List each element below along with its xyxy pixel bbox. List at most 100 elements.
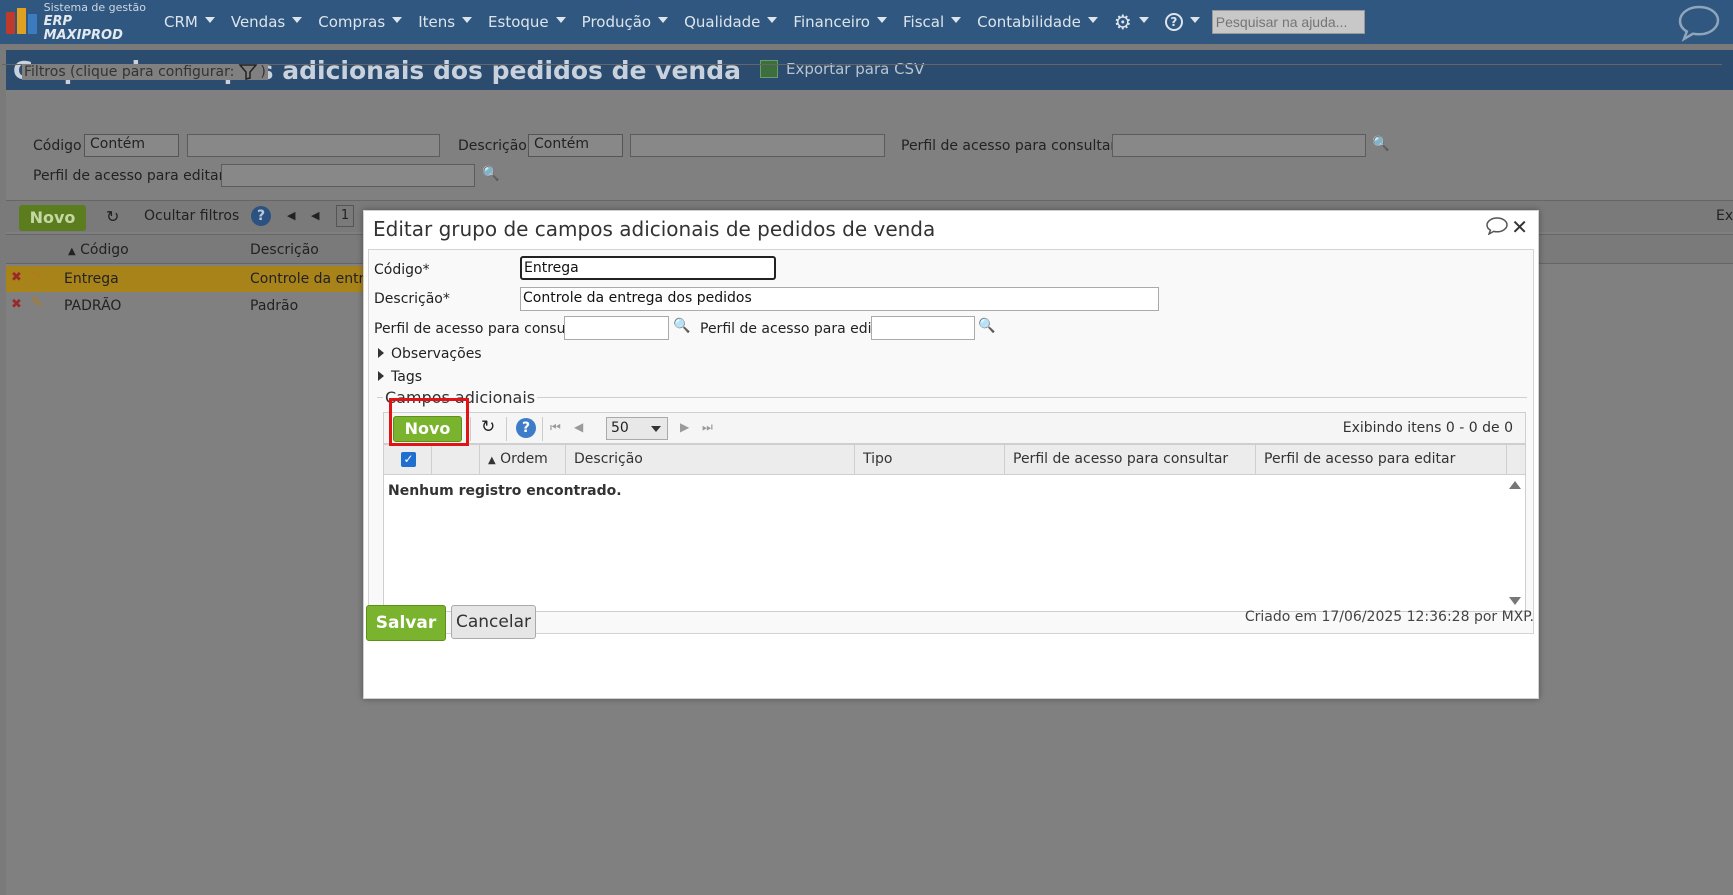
page-size-select[interactable]: 50 xyxy=(606,417,668,440)
caret-right-icon xyxy=(378,348,384,358)
logo-line2: ERP MAXIPROD xyxy=(43,14,123,43)
help-menu[interactable]: ? xyxy=(1164,13,1200,31)
chevron-down-icon xyxy=(392,17,403,23)
settings-menu[interactable]: ⚙ xyxy=(1114,10,1149,34)
chevron-down-icon xyxy=(1138,17,1149,23)
filter-codigo-operator[interactable]: Contém xyxy=(84,134,179,157)
sort-asc-icon: ▲ xyxy=(68,246,76,257)
select-all-checkbox[interactable]: ✓ xyxy=(401,452,416,467)
last-page-icon[interactable]: ⏭ xyxy=(702,420,713,435)
prev-page-icon[interactable]: ◀ xyxy=(311,209,319,222)
main-menu: CRM Vendas Compras Itens Estoque Produçã… xyxy=(148,10,1365,34)
search-icon[interactable]: 🔍 xyxy=(482,166,499,182)
funnel-icon[interactable] xyxy=(239,64,258,80)
help-icon[interactable]: ? xyxy=(516,418,536,438)
refresh-icon[interactable]: ↻ xyxy=(481,417,495,437)
help-icon[interactable]: ? xyxy=(251,206,271,226)
codigo-label: Código* xyxy=(374,262,430,278)
toolbar-separator xyxy=(506,417,507,441)
filter-perfil-consultar-input[interactable] xyxy=(1112,134,1366,157)
column-header-ordem[interactable]: ▲ Ordem xyxy=(480,445,566,475)
chevron-down-icon xyxy=(767,17,778,23)
descricao-input[interactable]: Controle da entrega dos pedidos xyxy=(520,287,1159,311)
chevron-down-icon xyxy=(877,17,887,23)
menu-financeiro[interactable]: Financeiro xyxy=(793,13,887,31)
select-all-cell: ✓ xyxy=(384,445,432,475)
menu-itens[interactable]: Itens xyxy=(418,13,473,31)
perfil-consultar-input[interactable] xyxy=(564,316,669,340)
menu-fiscal[interactable]: Fiscal xyxy=(903,13,962,31)
codigo-input[interactable]: Entrega xyxy=(520,256,776,280)
chevron-down-icon xyxy=(555,17,566,23)
filters-legend[interactable]: Filtros (clique para configurar: ) xyxy=(22,64,268,80)
filter-codigo-input[interactable] xyxy=(187,134,440,157)
chevron-down-icon xyxy=(204,17,215,23)
perfil-consultar-label: Perfil de acesso para consultar xyxy=(374,321,590,337)
perfil-editar-input[interactable] xyxy=(871,316,975,340)
created-info: Criado em 17/06/2025 12:36:28 por MXP. xyxy=(1244,609,1534,625)
column-header-perfil-editar[interactable]: Perfil de acesso para editar xyxy=(1256,445,1507,475)
observacoes-toggle[interactable]: Observações xyxy=(378,346,482,362)
search-icon[interactable]: 🔍 xyxy=(1372,136,1389,152)
filter-perfil-editar-input[interactable] xyxy=(221,164,475,187)
close-icon[interactable]: ✕ xyxy=(1511,215,1528,239)
edit-icon[interactable]: ✎ xyxy=(31,268,43,284)
scroll-down-icon[interactable] xyxy=(1509,597,1521,605)
next-page-icon[interactable]: ▶ xyxy=(680,420,689,434)
filter-descricao-operator[interactable]: Contém xyxy=(528,134,623,157)
scroll-up-icon[interactable] xyxy=(1509,481,1521,489)
section-divider xyxy=(377,397,1527,398)
filter-descricao-input[interactable] xyxy=(630,134,885,157)
chevron-down-icon xyxy=(1189,17,1200,23)
chat-bubble-icon[interactable] xyxy=(1677,4,1721,46)
column-header-codigo[interactable]: ▲ Código xyxy=(68,242,129,258)
search-icon[interactable]: 🔍 xyxy=(978,318,995,334)
actions-column-header xyxy=(432,445,480,475)
delete-icon[interactable]: ✖ xyxy=(11,270,22,285)
column-header-descricao[interactable]: Descrição xyxy=(250,242,319,258)
menu-estoque[interactable]: Estoque xyxy=(488,13,566,31)
comment-icon[interactable] xyxy=(1486,217,1508,239)
campos-grid-header: ✓ ▲ Ordem Descrição Tipo Perfil de acess… xyxy=(384,445,1525,475)
menu-crm[interactable]: CRM xyxy=(164,13,215,31)
campos-grid: ✓ ▲ Ordem Descrição Tipo Perfil de acess… xyxy=(383,444,1526,612)
menu-contabilidade[interactable]: Contabilidade xyxy=(977,13,1098,31)
delete-icon[interactable]: ✖ xyxy=(11,297,22,312)
menu-compras[interactable]: Compras xyxy=(318,13,403,31)
new-button[interactable]: Novo xyxy=(19,205,86,231)
tags-toggle[interactable]: Tags xyxy=(378,369,422,385)
dialog-title: Editar grupo de campos adicionais de ped… xyxy=(373,217,936,241)
table-row[interactable]: ✖ ✎ Entrega Controle da entr xyxy=(6,266,364,292)
hide-filters-button[interactable]: Ocultar filtros xyxy=(144,208,239,224)
column-header-tipo[interactable]: Tipo xyxy=(855,445,1005,475)
showing-count: Exibindo itens 0 - 0 de 0 xyxy=(1342,420,1513,436)
menu-producao[interactable]: Produção xyxy=(582,13,669,31)
edit-icon[interactable]: ✎ xyxy=(31,295,43,311)
column-header-descricao[interactable]: Descrição xyxy=(566,445,855,475)
filter-perfil-editar-label: Perfil de acesso para editar xyxy=(33,168,225,184)
help-search-input[interactable] xyxy=(1211,10,1365,34)
row-descricao: Controle da entr xyxy=(250,271,365,287)
first-page-icon[interactable]: ⏮ xyxy=(550,420,561,435)
dialog-body: Código* Entrega Descrição* Controle da e… xyxy=(368,249,1534,634)
page-number-input[interactable]: 1 xyxy=(336,205,354,227)
toolbar-right-text: Ex xyxy=(1716,208,1733,224)
prev-page-icon[interactable]: ◀ xyxy=(574,420,583,434)
search-icon[interactable]: 🔍 xyxy=(673,318,690,334)
question-circle-icon: ? xyxy=(1164,13,1183,31)
app-logo[interactable]: Sistema de gestão ERP MAXIPROD xyxy=(6,1,148,43)
gear-icon: ⚙ xyxy=(1113,10,1132,34)
menu-qualidade[interactable]: Qualidade xyxy=(684,13,778,31)
highlight-annotation xyxy=(389,398,469,446)
first-page-icon[interactable]: ◀ xyxy=(287,209,295,222)
save-button[interactable]: Salvar xyxy=(366,605,446,641)
cancel-button[interactable]: Cancelar xyxy=(451,605,536,639)
top-navigation-bar: Sistema de gestão ERP MAXIPROD CRM Venda… xyxy=(0,0,1733,44)
toolbar-separator xyxy=(542,417,543,441)
refresh-icon[interactable]: ↻ xyxy=(106,207,119,226)
chevron-down-icon xyxy=(951,17,962,23)
table-row[interactable]: ✖ ✎ PADRÃO Padrão xyxy=(6,293,364,319)
menu-vendas[interactable]: Vendas xyxy=(231,13,303,31)
column-header-perfil-consultar[interactable]: Perfil de acesso para consultar xyxy=(1005,445,1256,475)
filter-perfil-consultar-label: Perfil de acesso para consultar xyxy=(901,138,1117,154)
